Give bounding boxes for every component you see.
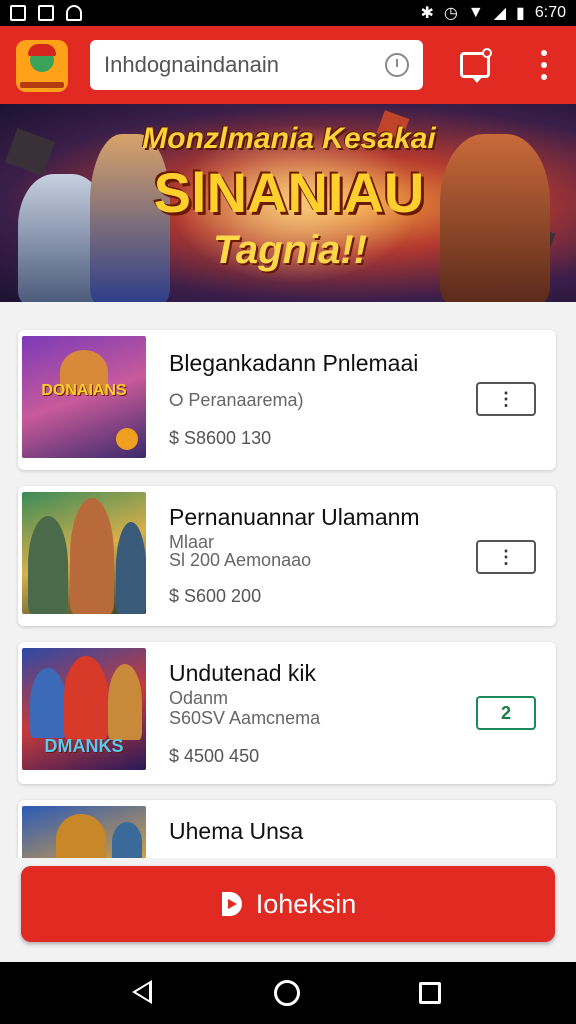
home-icon[interactable]: [274, 980, 300, 1006]
play-logo-icon: [220, 890, 246, 918]
game-thumbnail: DONAIANS: [22, 336, 146, 458]
gallery-icon: [10, 5, 26, 21]
clock-icon[interactable]: [385, 53, 409, 77]
game-price: $ S8600 130: [169, 428, 272, 448]
list-item[interactable]: DONAIANS Bleganka­dann Pnlemaai ⭘ Perana…: [18, 330, 556, 470]
bluetooth-icon: ✱: [420, 5, 434, 22]
banner-title: Monzlmania Kesakai: [142, 122, 436, 155]
game-menu-button[interactable]: ⋮: [476, 540, 536, 574]
recent-apps-icon[interactable]: [419, 982, 441, 1004]
battery-icon: ▮: [516, 5, 525, 22]
game-price: $ S600 200: [169, 586, 262, 606]
wifi-icon: ▼: [467, 4, 484, 21]
status-bar: ✱ ◷ ▼ ◢ ▮ 6:70: [0, 0, 576, 26]
cta-label: Ioheksin: [255, 888, 357, 919]
list-item[interactable]: Pernanuannar Ulamanm Mlaar Sl 200 Aemona…: [18, 486, 556, 626]
notification-dot: [482, 48, 492, 58]
tag-icon: ⭘: [169, 390, 184, 410]
banner-tagline: Tagnia!!: [212, 228, 368, 272]
search-input[interactable]: Inhdognaindanain: [104, 52, 385, 78]
game-subtitle: ⭘ Peranaarema): [169, 390, 304, 410]
more-vert-icon[interactable]: [538, 50, 550, 80]
game-title: Undutenad kik: [169, 660, 317, 686]
search-bar[interactable]: Inhdognaindanain: [90, 40, 423, 90]
game-thumbnail: [22, 492, 146, 614]
game-thumbnail: [22, 806, 146, 858]
app-logo[interactable]: [16, 40, 68, 92]
alarm-icon: ◷: [443, 5, 458, 22]
game-list: DONAIANS Bleganka­dann Pnlemaai ⭘ Perana…: [0, 302, 576, 858]
bottom-action-area: Ioheksin: [0, 858, 576, 962]
primary-cta-button[interactable]: Ioheksin: [21, 866, 555, 942]
status-time: 6:70: [534, 4, 566, 21]
game-subtitle: Odanm: [169, 688, 229, 708]
list-item[interactable]: Uhema Unsa: [18, 800, 556, 858]
banner-headline: SlNANIAU: [153, 161, 425, 224]
game-thumbnail: DMANKS: [22, 648, 146, 770]
game-title: Uhema Unsa: [169, 818, 304, 844]
app-icon: [66, 5, 82, 21]
game-menu-button[interactable]: ⋮: [476, 382, 536, 416]
image-icon: [38, 5, 54, 21]
game-action-button[interactable]: 2: [476, 696, 536, 730]
game-subtitle-2: Sl 200 Aemonaao: [169, 550, 312, 570]
back-icon[interactable]: [132, 980, 152, 1004]
game-subtitle-2: S60SV Aamcnema: [169, 708, 321, 728]
list-item[interactable]: DMANKS Undutenad kik Odanm S60SV Aamcnem…: [18, 642, 556, 784]
game-title: Bleganka­dann Pnlemaai: [169, 350, 419, 376]
promo-banner[interactable]: Monzlmania Kesakai SlNANIAU Tagnia!!: [0, 104, 576, 302]
app-bar: Inhdognaindanain: [0, 26, 576, 104]
game-price: $ 4500 450: [169, 746, 260, 766]
signal-icon: ◢: [493, 5, 507, 22]
system-nav-bar: [0, 962, 576, 1024]
game-title: Pernanuannar Ulamanm: [169, 504, 420, 530]
hero-character-right: [440, 134, 550, 302]
